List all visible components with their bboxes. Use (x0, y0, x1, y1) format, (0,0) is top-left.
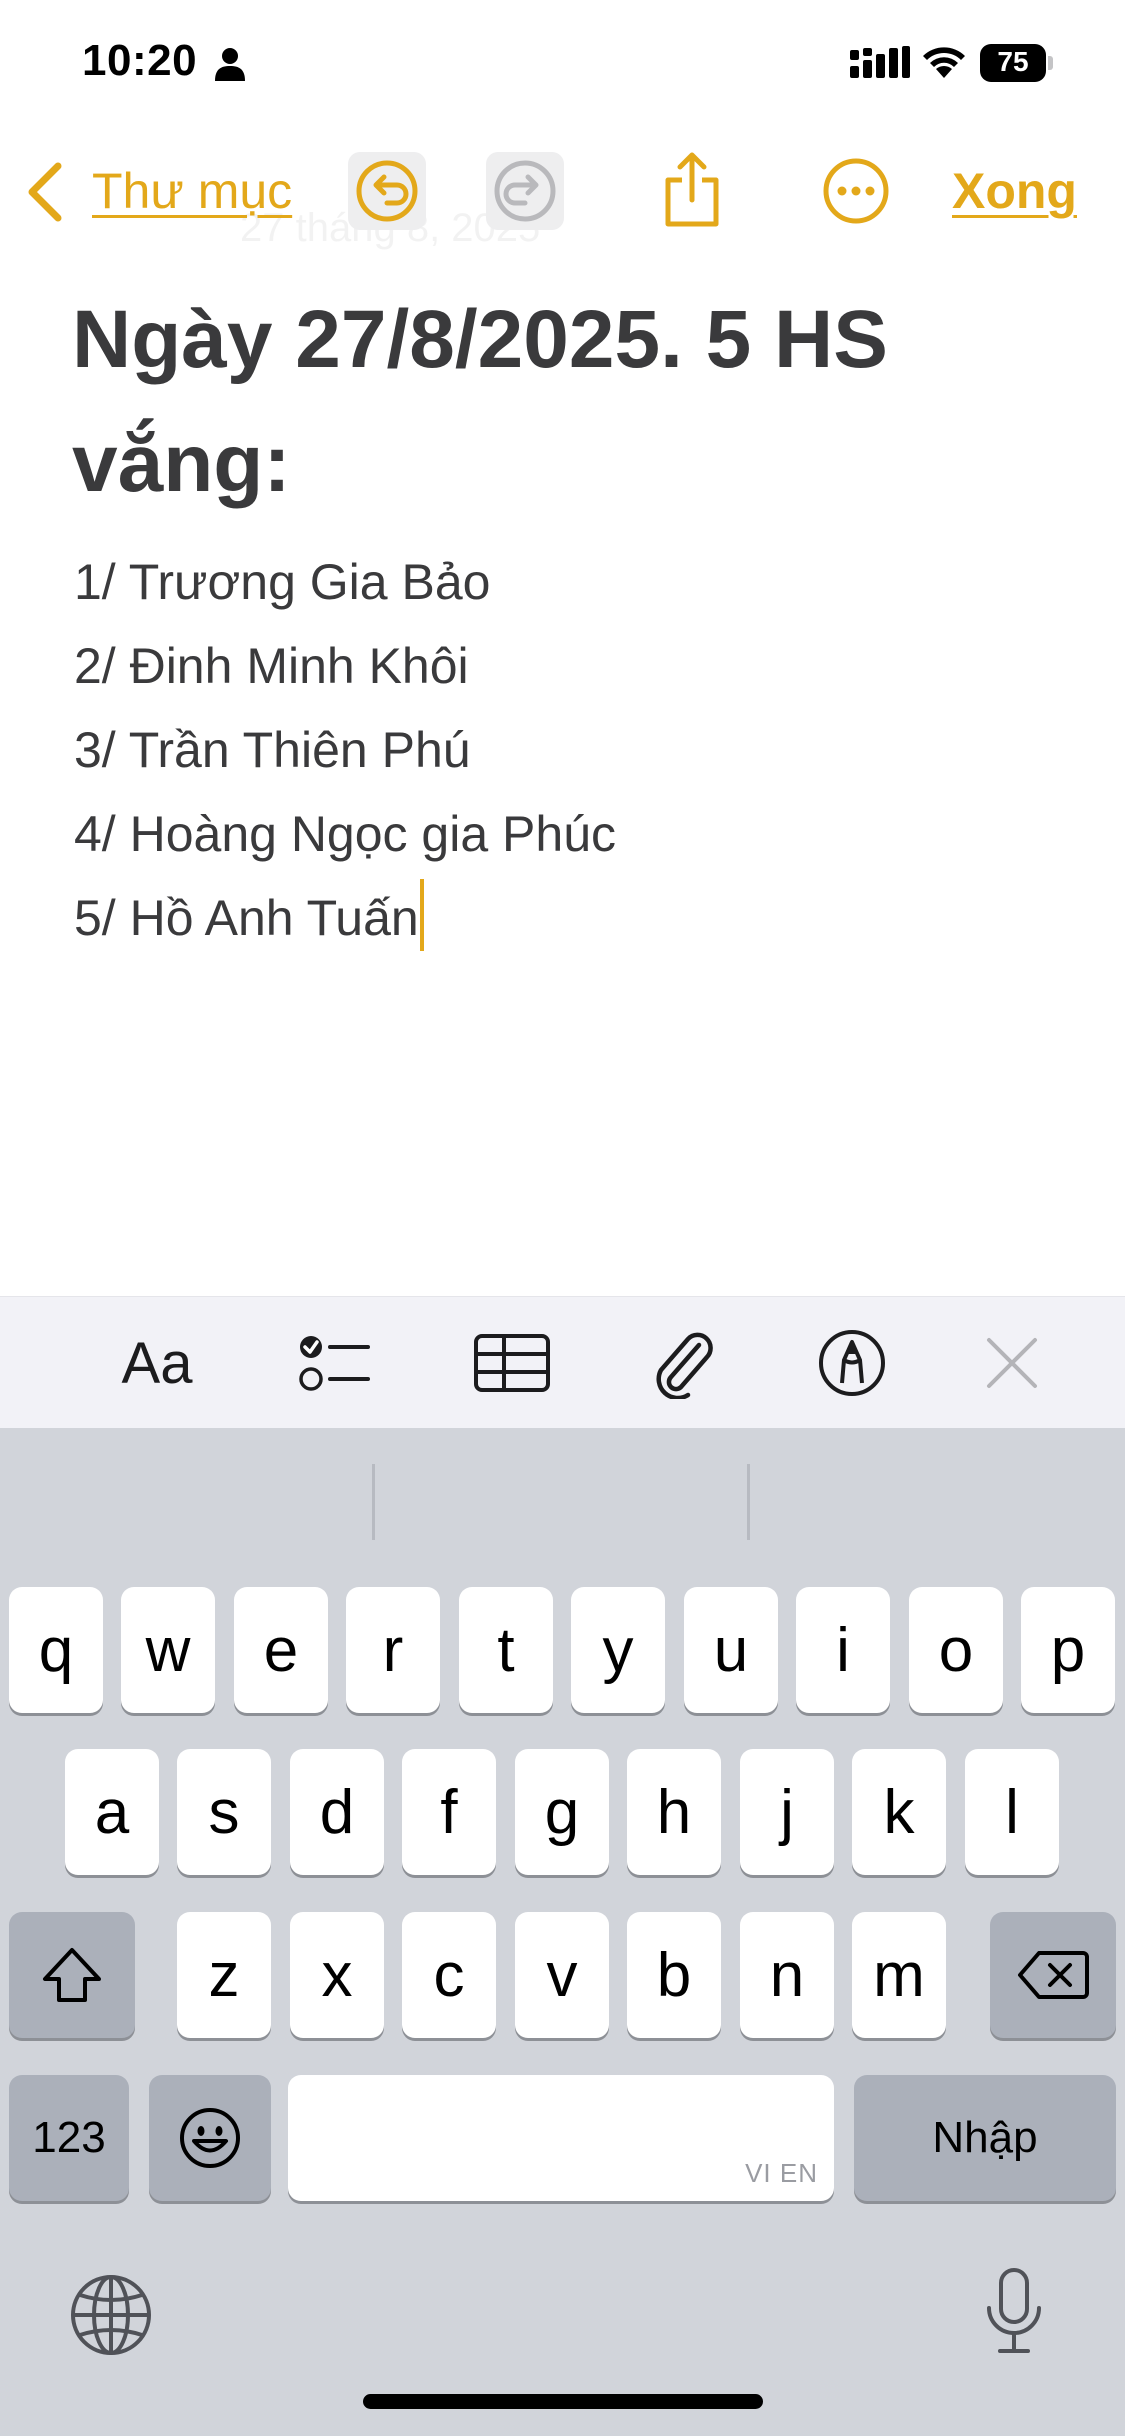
battery-level: 75 (997, 46, 1029, 77)
note-line[interactable]: 2/ Đinh Minh Khôi (74, 624, 1074, 708)
done-button[interactable]: Xong (952, 162, 1077, 220)
key-r[interactable]: r (346, 1587, 440, 1713)
note-title[interactable]: Ngày 27/8/2025. 5 HS vắng: (72, 278, 1072, 526)
person-icon (215, 48, 245, 81)
shift-icon (43, 1948, 101, 2002)
key-q[interactable]: q (9, 1587, 103, 1713)
key-t[interactable]: t (459, 1587, 553, 1713)
return-key[interactable]: Nhập (854, 2075, 1116, 2201)
note-body[interactable]: 1/ Trương Gia Bảo 2/ Đinh Minh Khôi 3/ T… (74, 540, 1074, 960)
key-o[interactable]: o (909, 1587, 1003, 1713)
cellular-signal-icon (850, 46, 910, 78)
back-button[interactable]: Thư mục (92, 162, 292, 220)
text-caret (419, 879, 424, 951)
formatting-toolbar: Aa (0, 1296, 1125, 1428)
attachment-icon (656, 1332, 713, 1399)
key-x[interactable]: x (290, 1912, 384, 2038)
key-m[interactable]: m (852, 1912, 946, 2038)
key-b[interactable]: b (627, 1912, 721, 2038)
key-h[interactable]: h (627, 1749, 721, 1875)
key-i[interactable]: i (796, 1587, 890, 1713)
redo-button[interactable] (486, 152, 564, 230)
undo-button[interactable] (348, 152, 426, 230)
more-icon (823, 158, 889, 224)
space-language-hint: VI EN (745, 2158, 818, 2188)
globe-icon (71, 2275, 151, 2355)
emoji-icon (180, 2108, 240, 2168)
numbers-key[interactable]: 123 (9, 2075, 129, 2201)
key-v[interactable]: v (515, 1912, 609, 2038)
note-line[interactable]: 1/ Trương Gia Bảo (74, 540, 1074, 624)
text-format-button[interactable]: Aa (112, 1327, 202, 1399)
key-z[interactable]: z (177, 1912, 271, 2038)
home-indicator[interactable] (363, 2394, 763, 2409)
space-key[interactable]: VI EN (288, 2075, 834, 2201)
key-n[interactable]: n (740, 1912, 834, 2038)
backspace-icon (1018, 1951, 1089, 1999)
key-s[interactable]: s (177, 1749, 271, 1875)
markup-icon (819, 1330, 885, 1396)
share-button[interactable] (652, 144, 732, 236)
navigation-bar: 27 tháng 8, 2025 Thư mục Xong (0, 130, 1125, 260)
key-g[interactable]: g (515, 1749, 609, 1875)
checklist-button[interactable] (294, 1327, 374, 1399)
key-u[interactable]: u (684, 1587, 778, 1713)
attachment-button[interactable] (648, 1327, 718, 1399)
close-toolbar-button[interactable] (980, 1327, 1044, 1399)
key-j[interactable]: j (740, 1749, 834, 1875)
microphone-button[interactable] (969, 2266, 1059, 2356)
keyboard: q w e r t y u i o p a s d f g h j k l z … (0, 1428, 1125, 2436)
chevron-left-icon[interactable] (24, 162, 66, 222)
suggestion-divider (747, 1464, 750, 1540)
key-e[interactable]: e (234, 1587, 328, 1713)
backspace-key[interactable] (990, 1912, 1116, 2038)
suggestion-divider (372, 1464, 375, 1540)
key-p[interactable]: p (1021, 1587, 1115, 1713)
redo-icon (494, 160, 556, 222)
share-icon (665, 152, 719, 227)
key-c[interactable]: c (402, 1912, 496, 2038)
note-line[interactable]: 3/ Trần Thiên Phú (74, 708, 1074, 792)
key-l[interactable]: l (965, 1749, 1059, 1875)
note-line-text[interactable]: 5/ Hồ Anh Tuấn (74, 890, 419, 946)
note-line-last[interactable]: 5/ Hồ Anh Tuấn (74, 876, 1074, 960)
close-icon (987, 1338, 1037, 1388)
table-button[interactable] (472, 1327, 552, 1399)
status-time: 10:20 (82, 36, 198, 85)
checklist-icon (299, 1336, 370, 1391)
status-bar: 10:20 75 (0, 0, 1125, 130)
table-icon (474, 1334, 550, 1392)
markup-button[interactable] (816, 1327, 888, 1399)
more-button[interactable] (817, 152, 895, 230)
wifi-icon (923, 47, 965, 78)
key-w[interactable]: w (121, 1587, 215, 1713)
key-f[interactable]: f (402, 1749, 496, 1875)
globe-button[interactable] (66, 2270, 156, 2360)
key-k[interactable]: k (852, 1749, 946, 1875)
key-a[interactable]: a (65, 1749, 159, 1875)
emoji-key[interactable] (149, 2075, 271, 2201)
note-line[interactable]: 4/ Hoàng Ngọc gia Phúc (74, 792, 1074, 876)
battery-icon: 75 (980, 44, 1053, 82)
shift-key[interactable] (9, 1912, 135, 2038)
key-d[interactable]: d (290, 1749, 384, 1875)
key-y[interactable]: y (571, 1587, 665, 1713)
undo-icon (356, 160, 418, 222)
microphone-icon (987, 2268, 1041, 2353)
